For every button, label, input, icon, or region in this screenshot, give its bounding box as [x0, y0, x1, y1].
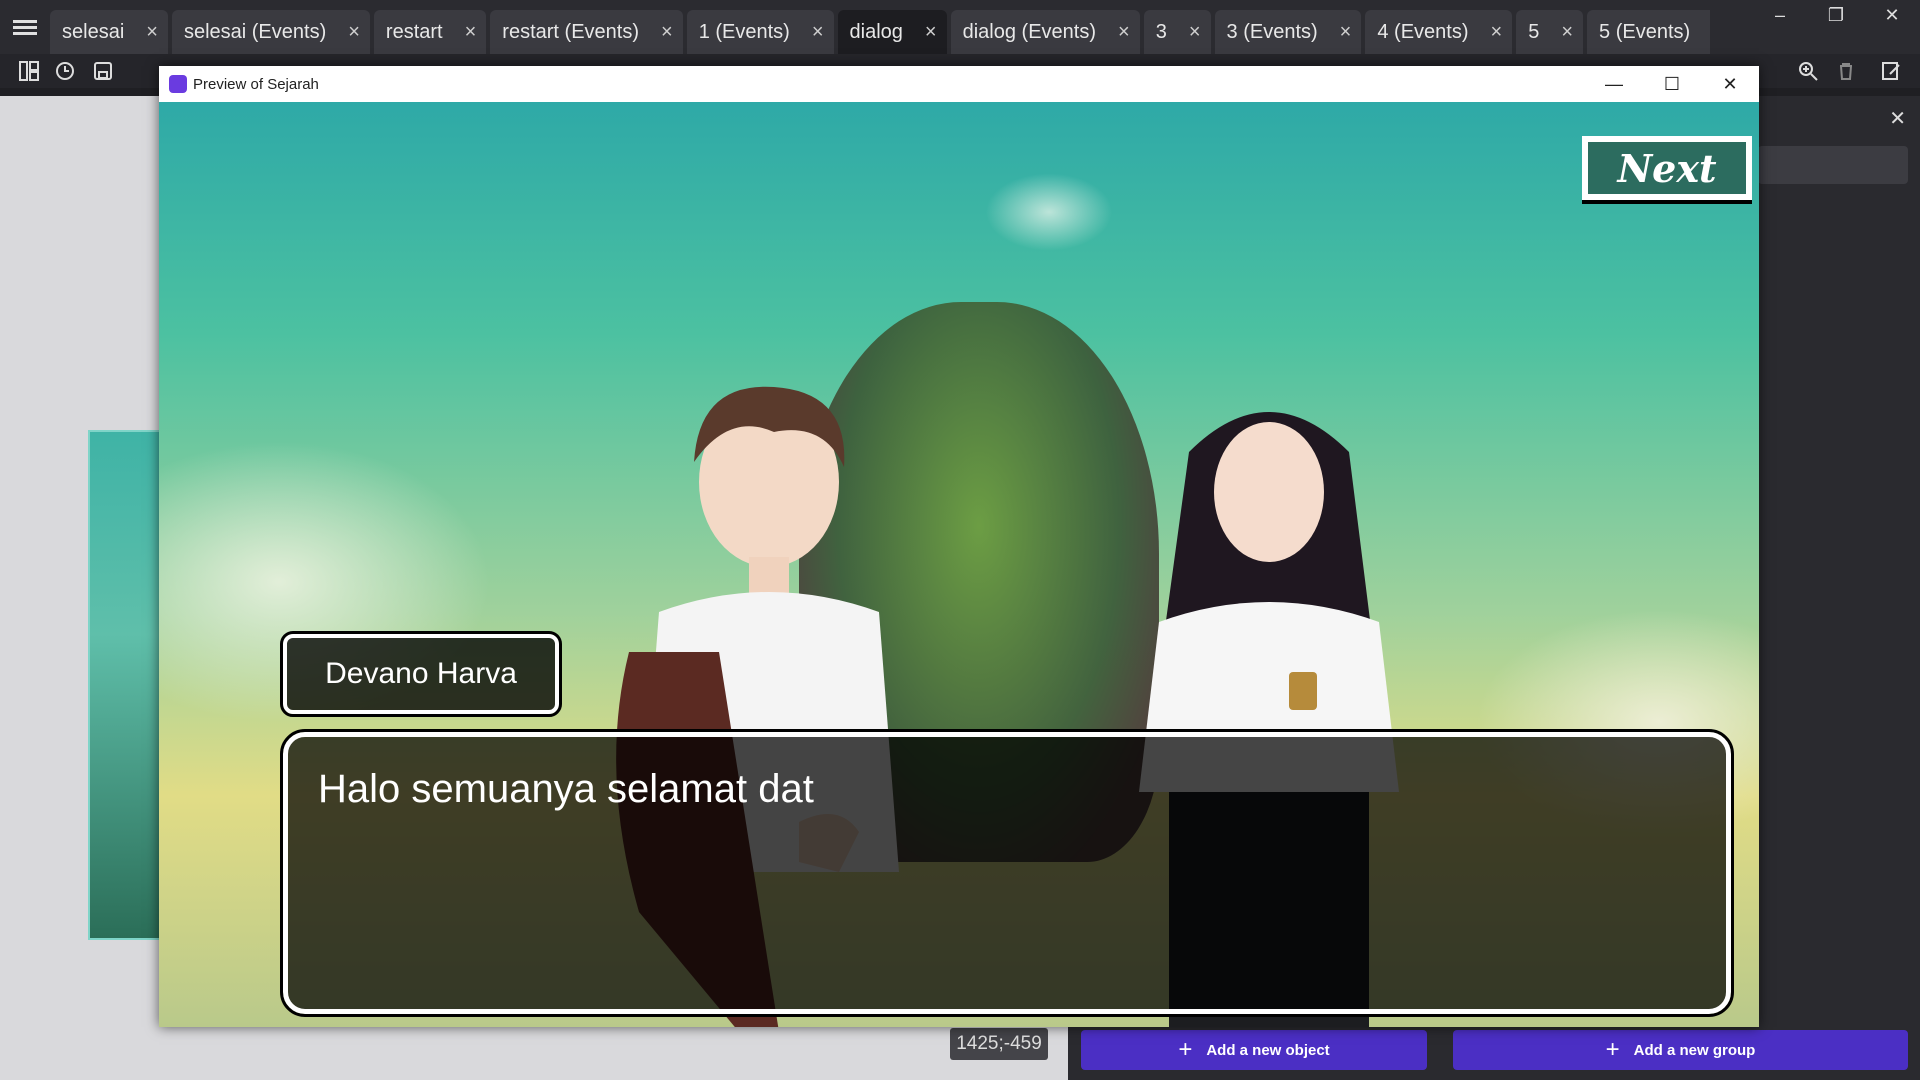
- layout-panels-icon[interactable]: [16, 58, 42, 84]
- next-button-label: Next: [1588, 142, 1746, 194]
- tab-6[interactable]: dialog ×: [837, 10, 947, 54]
- add-group-label: Add a new group: [1633, 1041, 1756, 1059]
- tab-label: 4 (Events): [1377, 20, 1469, 43]
- tab-close-icon[interactable]: ×: [1118, 21, 1130, 44]
- add-object-button[interactable]: + Add a new object: [1081, 1030, 1427, 1070]
- scene-tabs: selesai × selesai (Events) × restart × restart…: [50, 6, 1710, 54]
- preview-window-controls: — ☐ ✕: [1585, 66, 1759, 102]
- close-icon[interactable]: ✕: [1889, 106, 1906, 131]
- save-icon[interactable]: [90, 58, 116, 84]
- editor-tab-bar: selesai × selesai (Events) × restart × restart…: [0, 0, 1920, 54]
- tab-3[interactable]: restart ×: [373, 10, 487, 54]
- preview-title: Preview of Sejarah: [193, 75, 319, 93]
- tab-12[interactable]: 5 (Events)×: [1587, 10, 1710, 54]
- cursor-coordinates: 1425;-459: [950, 1028, 1048, 1060]
- minimize-icon[interactable]: —: [1585, 66, 1643, 102]
- tab-10[interactable]: 4 (Events) ×: [1365, 10, 1513, 54]
- tab-close-icon[interactable]: ×: [348, 21, 360, 44]
- tab-close-icon[interactable]: ×: [146, 21, 158, 44]
- plus-icon: +: [1605, 1036, 1620, 1063]
- tab-close-icon[interactable]: ×: [925, 21, 937, 44]
- tab-close-icon[interactable]: ×: [1189, 21, 1201, 44]
- tab-label: selesai: [62, 20, 125, 43]
- tab-label: selesai (Events): [183, 20, 327, 43]
- maximize-icon[interactable]: ❐: [1808, 0, 1864, 30]
- tab-8[interactable]: 3 ×: [1143, 10, 1211, 54]
- close-icon[interactable]: ✕: [1701, 66, 1759, 102]
- tab-label: 3 (Events): [1226, 20, 1318, 43]
- tab-close-icon[interactable]: ×: [1561, 21, 1573, 44]
- hamburger-menu-icon[interactable]: [0, 0, 50, 54]
- tab-close-icon[interactable]: ×: [1340, 21, 1352, 44]
- add-object-label: Add a new object: [1206, 1041, 1330, 1059]
- tab-label: 5: [1528, 20, 1540, 43]
- game-scene[interactable]: Next Devano Harva Halo semuanya selamat …: [159, 102, 1759, 1027]
- speaker-name-box: Devano Harva: [280, 631, 562, 717]
- tab-1[interactable]: selesai ×: [50, 10, 168, 54]
- speaker-name: Devano Harva: [325, 657, 517, 690]
- close-icon[interactable]: ✕: [1864, 0, 1920, 30]
- window-controls: – ❐ ✕: [1752, 0, 1920, 30]
- add-group-button[interactable]: + Add a new group: [1453, 1030, 1908, 1070]
- next-button[interactable]: Next: [1582, 136, 1752, 204]
- gdevelop-logo-icon: [169, 75, 187, 93]
- history-icon[interactable]: [52, 58, 78, 84]
- tab-label: 3: [1155, 20, 1167, 43]
- search-input[interactable]: [1758, 146, 1908, 184]
- tab-close-icon[interactable]: ×: [1491, 21, 1503, 44]
- tab-close-icon[interactable]: ×: [661, 21, 673, 44]
- delete-icon[interactable]: [1833, 58, 1859, 84]
- tab-7[interactable]: dialog (Events) ×: [950, 10, 1140, 54]
- dialog-text: Halo semuanya selamat dat: [318, 767, 814, 811]
- tab-label: restart (Events): [502, 20, 639, 43]
- zoom-in-icon[interactable]: [1795, 58, 1821, 84]
- tab-close-icon[interactable]: ×: [465, 21, 477, 44]
- tab-2[interactable]: selesai (Events) ×: [171, 10, 370, 54]
- dialog-box[interactable]: Halo semuanya selamat dat: [280, 729, 1734, 1017]
- tab-label: 1 (Events): [698, 20, 790, 43]
- edit-properties-icon[interactable]: [1878, 58, 1904, 84]
- tab-4[interactable]: restart (Events) ×: [490, 10, 683, 54]
- tab-5[interactable]: 1 (Events) ×: [686, 10, 834, 54]
- tab-close-icon[interactable]: ×: [812, 21, 824, 44]
- minimize-icon[interactable]: –: [1752, 0, 1808, 30]
- tab-11[interactable]: 5 ×: [1516, 10, 1584, 54]
- tab-label: dialog (Events): [962, 20, 1097, 43]
- tab-label: dialog: [849, 20, 903, 43]
- tab-9[interactable]: 3 (Events) ×: [1214, 10, 1362, 54]
- tab-label: 5 (Events): [1599, 20, 1691, 43]
- plus-icon: +: [1178, 1036, 1193, 1063]
- maximize-icon[interactable]: ☐: [1643, 66, 1701, 102]
- preview-titlebar: Preview of Sejarah — ☐ ✕: [159, 66, 1759, 102]
- tab-label: restart: [385, 20, 443, 43]
- preview-window: Preview of Sejarah — ☐ ✕ Next Devano Har…: [159, 66, 1759, 1027]
